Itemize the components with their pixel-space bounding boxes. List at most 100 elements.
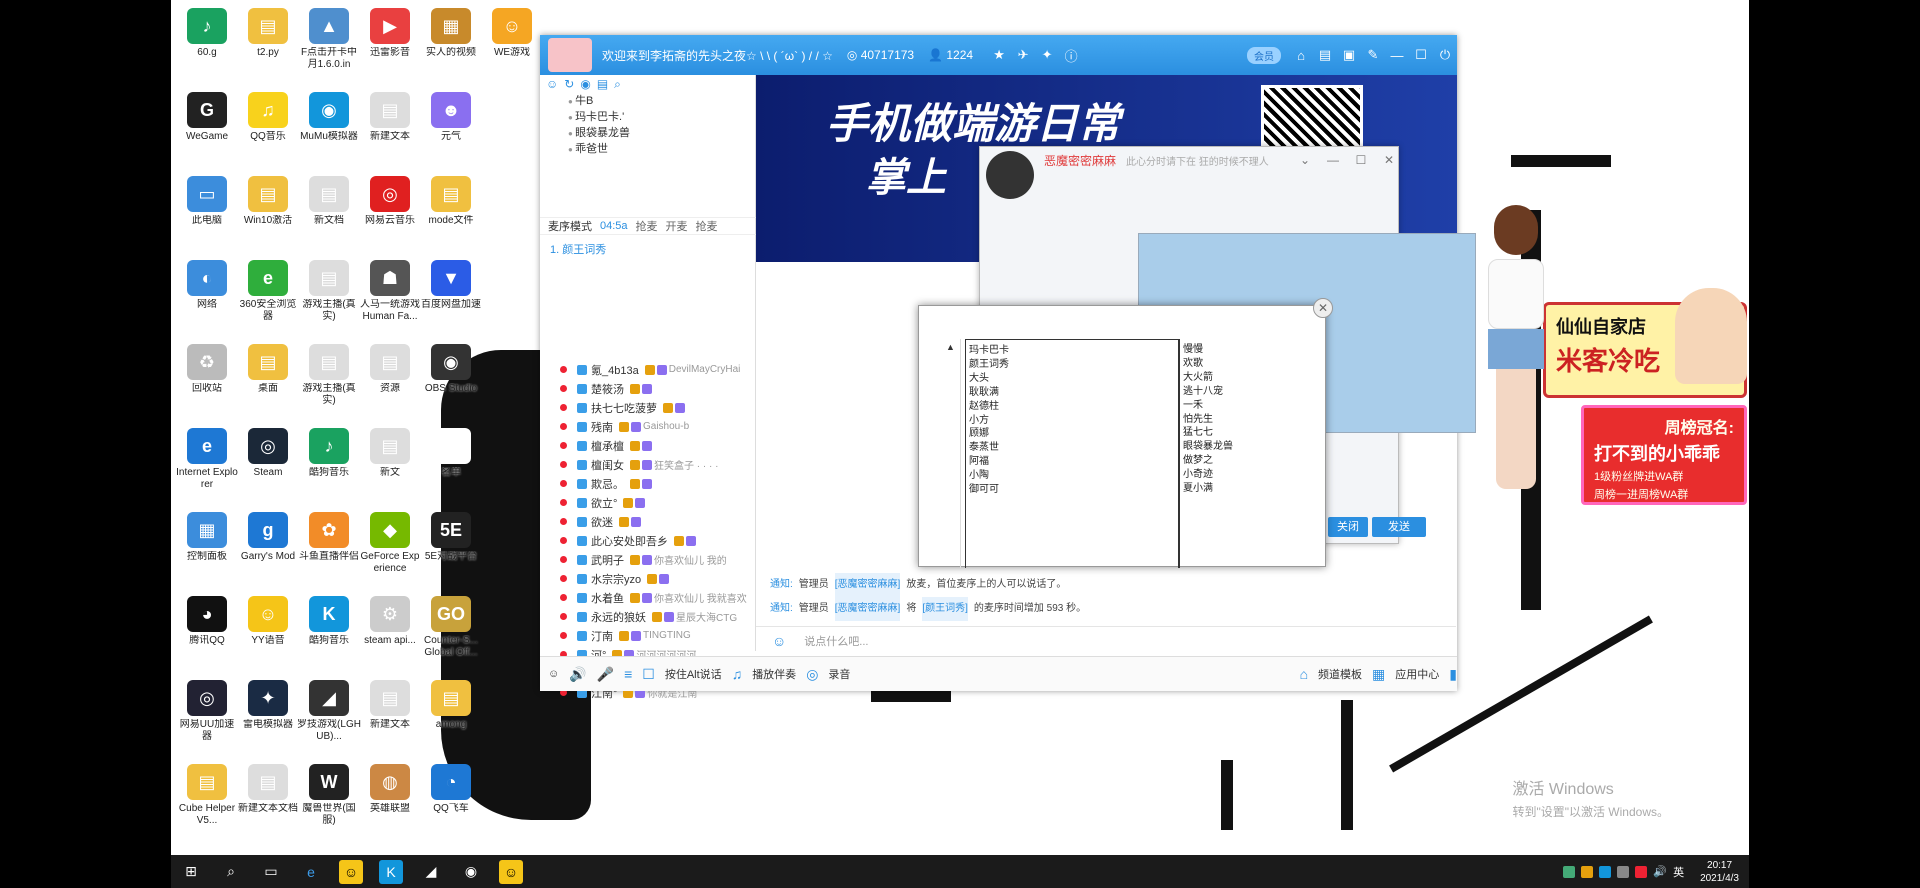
home-icon[interactable]: ⌂	[1289, 48, 1313, 63]
yy-taskbar-icon-2[interactable]: ☺	[499, 859, 523, 884]
mic-link[interactable]: 开麦	[666, 218, 688, 234]
desktop-icon[interactable]: ♪ 60.g	[175, 8, 239, 59]
desktop-icon[interactable]: ◐ 网络	[175, 260, 239, 311]
mic-link[interactable]: 抢麦	[636, 218, 658, 234]
channel-tree-item[interactable]: 牛B	[568, 93, 755, 109]
desktop-icon[interactable]: ▤ 桌面	[236, 344, 300, 395]
mic-mode[interactable]: 麦序模式	[548, 218, 592, 234]
game-icon[interactable]: ▣	[1337, 47, 1361, 63]
logitech-taskbar-icon[interactable]: ◢	[419, 860, 443, 884]
push-to-talk-label[interactable]: 按住Alt说话	[665, 666, 722, 682]
desktop-icon[interactable]: ◉ MuMu模拟器	[297, 92, 361, 143]
chat-title-bar[interactable]: 恶魔密密麻麻 此心分时请下在 狂的时候不理人 ⌄ — ☐ ✕	[980, 147, 1398, 173]
desktop-icon[interactable]: ▦ 实人的视频	[419, 8, 483, 59]
user-mention[interactable]: [恶魔密密麻麻]	[834, 597, 901, 621]
user-list-item[interactable]: 汀南 TINGTING	[540, 626, 756, 645]
chat-close-button[interactable]: 关闭	[1328, 517, 1368, 537]
member-list-item[interactable]: 怕先生	[1183, 413, 1325, 427]
member-list-item[interactable]: 猛七七	[1183, 426, 1325, 440]
desktop-icon[interactable]: ▤ 游戏主播(真实)	[297, 260, 361, 323]
desktop-icon[interactable]: ◉ OBS Studio	[419, 344, 483, 395]
obs-taskbar-icon[interactable]: ◉	[459, 860, 483, 884]
member-list-item[interactable]: 小奇迹	[1183, 468, 1325, 482]
desktop-icon[interactable]: ▤ 新文	[358, 428, 422, 479]
scroll-up-icon[interactable]: ▲	[941, 342, 960, 352]
desktop-icon[interactable]: ▦ 控制面板	[175, 512, 239, 563]
settings-icon[interactable]: ✦	[1035, 47, 1059, 63]
user-icon[interactable]: ☺	[546, 77, 558, 91]
checkbox-icon[interactable]: ☐	[642, 666, 655, 683]
desktop-icon[interactable]: ▤ 新建文本	[358, 680, 422, 731]
desktop-icon[interactable]: 5E 5E对战平台	[419, 512, 483, 563]
yy-title-bar[interactable]: 欢迎来到李拓斋的先头之夜☆ \ \ ( ´ω` ) / / ☆ ◎ 407171…	[540, 35, 1457, 75]
user-list-item[interactable]: 扶七七吃菠萝	[540, 398, 756, 417]
member-list-item[interactable]: 小陶	[969, 469, 1178, 483]
tray-icon[interactable]	[1599, 865, 1612, 878]
user-list-item[interactable]: 欲立°	[540, 493, 756, 512]
speaker-icon[interactable]: 🔊	[569, 666, 586, 683]
user-list-item[interactable]: 武明子 你喜欢仙儿 我的	[540, 550, 756, 569]
desktop-icon[interactable]: G WeGame	[175, 92, 239, 143]
channel-tree-item[interactable]: 乖爸世	[568, 141, 755, 157]
desktop-icon[interactable]: ◆ GeForce Experience	[358, 512, 422, 575]
template-icon[interactable]: ⌂	[1300, 666, 1308, 682]
tray-icon[interactable]	[1563, 865, 1576, 878]
channel-tree-item[interactable]: 眼袋暴龙兽	[568, 125, 755, 141]
taskbar-clock[interactable]: 20:17 2021/4/3	[1700, 859, 1739, 885]
chat-input-bar[interactable]: ☺ 说点什么吧...	[756, 626, 1456, 654]
desktop-icon[interactable]: W 魔兽世界(国服)	[297, 764, 361, 827]
equalizer-icon[interactable]: ≡	[624, 666, 632, 682]
user-list-item[interactable]: 欲迷	[540, 512, 756, 531]
desktop-icon[interactable]: ♻ 回收站	[175, 344, 239, 395]
desktop-icon[interactable]: ◕ 腾讯QQ	[175, 596, 239, 647]
search-icon[interactable]: ⌕	[614, 77, 621, 91]
desktop-icon[interactable]: ▤ t2.py	[236, 8, 300, 59]
desktop-icon[interactable]: ▤ 资源	[358, 344, 422, 395]
close-button[interactable]: ✕	[1380, 153, 1398, 167]
user-mention[interactable]: [恶魔密密麻麻]	[834, 573, 901, 597]
member-list-item[interactable]: 大头	[969, 372, 1178, 386]
desktop-icon[interactable]: ▤ 新文档	[297, 176, 361, 227]
member-list-item[interactable]: 欢歌	[1183, 357, 1325, 371]
music-icon[interactable]: ♫	[732, 666, 743, 682]
vip-badge[interactable]: 会员	[1247, 46, 1281, 64]
chat-input[interactable]: 说点什么吧...	[804, 633, 868, 649]
tools-icon[interactable]: ✎	[1361, 47, 1385, 63]
user-list-item[interactable]: 氪_4b13a DevilMayCryHai	[540, 360, 756, 379]
desktop-icon[interactable]: ▤ Cube Helper V5...	[175, 764, 239, 827]
desktop-icon[interactable]: ▤ among	[419, 680, 483, 731]
member-list-item[interactable]: 赵德柱	[969, 400, 1178, 414]
member-list-item[interactable]: 眼袋暴龙兽	[1183, 440, 1325, 454]
mic-link[interactable]: 抢麦	[696, 218, 718, 234]
desktop-icon[interactable]: ◎ 网易UU加速器	[175, 680, 239, 743]
desktop-icon[interactable]: ◎ Steam	[236, 428, 300, 479]
desktop-icon[interactable]: ♪ 酷狗音乐	[297, 428, 361, 479]
desktop-icon[interactable]: ✦ 雷电模拟器	[236, 680, 300, 731]
member-list-item[interactable]: 泰蒸世	[969, 441, 1178, 455]
maximize-button[interactable]: ☐	[1352, 153, 1370, 167]
mic-queue-first[interactable]: 1. 颜王词秀	[550, 241, 606, 257]
member-list-item[interactable]: 御可可	[969, 483, 1178, 497]
emoji-icon[interactable]: ☺	[772, 633, 786, 649]
list-icon[interactable]: ▤	[597, 77, 608, 91]
power-button[interactable]: ⏻	[1433, 47, 1457, 63]
desktop-icon[interactable]: K 酷狗音乐	[297, 596, 361, 647]
record-icon[interactable]: ◎	[806, 666, 818, 683]
desktop-icon[interactable]: GO Counter-S... Global Off...	[419, 596, 483, 659]
channel-template-button[interactable]: 频道模板	[1318, 666, 1362, 682]
user-list-item[interactable]: 永远的狼妖 星辰大海CTG	[540, 607, 756, 626]
system-tray[interactable]: 🔊 英	[1563, 864, 1684, 880]
desktop-icon[interactable]: ◔ QQ飞车	[419, 764, 483, 815]
member-list-item[interactable]: 耿耿满	[969, 386, 1178, 400]
desktop-icon[interactable]: ▶ 迅雷影音	[358, 8, 422, 59]
minimize-button[interactable]: —	[1385, 48, 1409, 63]
microphone-icon[interactable]: 🎤	[597, 666, 614, 683]
user-list-item[interactable]: 檀承檀	[540, 436, 756, 455]
input-language[interactable]: 英	[1673, 864, 1684, 880]
avatar[interactable]: ☺	[548, 668, 559, 680]
user-list-item[interactable]: 此心安处即吾乡	[540, 531, 756, 550]
edge-icon[interactable]: e	[299, 860, 323, 884]
location-icon[interactable]: ◉	[580, 77, 590, 91]
desktop-icon[interactable]: ▤ mode文件	[419, 176, 483, 227]
chevron-down-icon[interactable]: ⌄	[1296, 153, 1314, 167]
